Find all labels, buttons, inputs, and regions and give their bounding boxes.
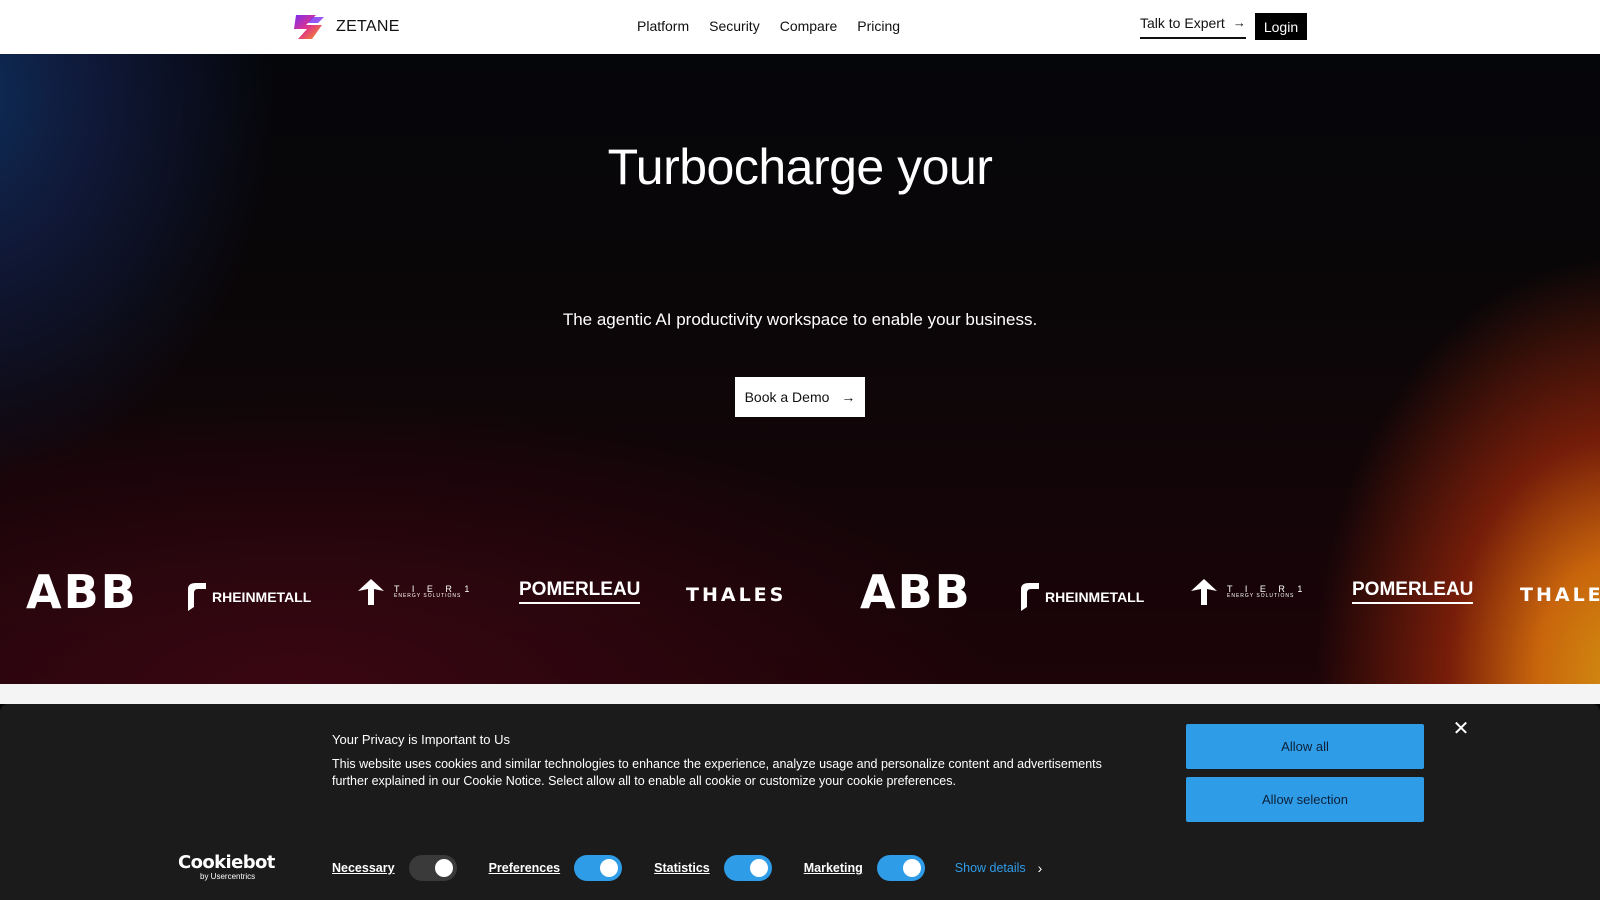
brand-name: ZETANE: [336, 18, 400, 35]
toggle-knob: [434, 859, 453, 877]
statistics-toggle[interactable]: [723, 855, 772, 881]
thales-logo: THALES: [1520, 584, 1600, 606]
tier1-logo: T I E R 1 ENERGY SOLUTIONS: [1189, 577, 1307, 607]
preferences-label[interactable]: Preferences: [489, 861, 561, 875]
book-demo-label: Book a Demo: [744, 389, 830, 405]
cookie-description: This website uses cookies and similar te…: [332, 757, 1102, 788]
abb-logo: ABB: [26, 565, 138, 619]
tier1-subtext: ENERGY SOLUTIONS: [1227, 593, 1295, 599]
nav-pricing[interactable]: Pricing: [857, 18, 900, 34]
nav-compare[interactable]: Compare: [780, 18, 838, 34]
talk-to-expert-link[interactable]: Talk to Expert →: [1140, 15, 1246, 39]
show-details-label: Show details: [954, 861, 1026, 875]
rheinmetall-mark-icon: [1021, 583, 1039, 611]
top-navigation-bar: ZETANE Platform Security Compare Pricing…: [0, 0, 1600, 54]
nav-platform[interactable]: Platform: [637, 18, 689, 34]
preferences-toggle[interactable]: [574, 855, 623, 881]
rheinmetall-mark-icon: [188, 583, 206, 611]
login-button[interactable]: Login: [1255, 13, 1307, 40]
marketing-label[interactable]: Marketing: [804, 861, 863, 875]
thales-logo: THALES: [686, 584, 787, 606]
nav-security[interactable]: Security: [709, 18, 760, 34]
close-icon[interactable]: ✕: [1452, 719, 1470, 739]
brand-logo[interactable]: ZETANE: [294, 13, 400, 41]
necessary-toggle: [408, 855, 457, 881]
page-content-edge: [0, 684, 1600, 704]
cookiebot-logo-subtext: by Usercentrics: [200, 872, 256, 881]
abb-logo: ABB: [860, 565, 972, 619]
statistics-label[interactable]: Statistics: [654, 861, 710, 875]
rheinmetall-logo: RHEINMETALL: [1019, 581, 1144, 613]
talk-to-expert-label: Talk to Expert: [1140, 15, 1225, 31]
hero-subtitle: The agentic AI productivity workspace to…: [562, 310, 1038, 329]
rheinmetall-text: RHEINMETALL: [212, 589, 312, 605]
tier1-mark-icon: [358, 579, 384, 605]
main-nav: Platform Security Compare Pricing: [637, 18, 900, 34]
tier1-subtext: ENERGY SOLUTIONS: [394, 593, 462, 599]
rheinmetall-text: RHEINMETALL: [1045, 589, 1145, 605]
cookie-consent-banner: Your Privacy is Important to Us This web…: [0, 704, 1600, 900]
book-demo-button[interactable]: Book a Demo →: [735, 377, 865, 417]
marketing-toggle[interactable]: [876, 855, 925, 881]
arrow-right-icon: →: [841, 389, 856, 405]
necessary-label[interactable]: Necessary: [332, 861, 395, 875]
tier1-mark-icon: [1191, 579, 1217, 605]
cookiebot-logo[interactable]: Cookiebot by Usercentrics: [178, 852, 275, 882]
pomerleau-logo: POMERLEAU: [519, 579, 641, 604]
tier1-logo: T I E R 1 ENERGY SOLUTIONS: [356, 577, 474, 607]
hero-section: Turbocharge your The agentic AI producti…: [0, 54, 1600, 684]
toggle-knob: [600, 859, 619, 877]
allow-selection-button[interactable]: Allow selection: [1186, 777, 1424, 822]
zetane-logo-icon: [294, 15, 324, 39]
cookie-category-toggles: Necessary Preferences Statistics Marketi…: [332, 853, 1042, 883]
show-details-link[interactable]: Show details ›: [955, 860, 1043, 876]
toggle-knob: [902, 859, 921, 877]
chevron-right-icon: ›: [1037, 860, 1043, 876]
customer-logos-carousel: ABB RHEINMETALL T I E R 1 ENERGY SOLUTIO…: [0, 559, 1600, 639]
pomerleau-logo: POMERLEAU: [1352, 579, 1474, 604]
arrow-right-icon: →: [1232, 15, 1246, 30]
allow-all-button[interactable]: Allow all: [1186, 724, 1424, 769]
toggle-knob: [749, 859, 768, 877]
rheinmetall-logo: RHEINMETALL: [186, 581, 311, 613]
cookiebot-logo-text: Cookiebot: [178, 852, 275, 873]
cookie-title: Your Privacy is Important to Us: [332, 732, 510, 747]
hero-title: Turbocharge your: [607, 139, 993, 195]
